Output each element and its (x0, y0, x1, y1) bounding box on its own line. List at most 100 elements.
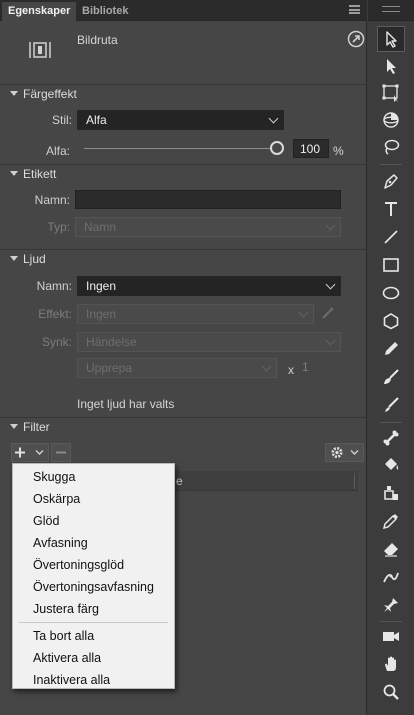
sound-sync-select[interactable]: Händelse (77, 332, 341, 352)
edit-envelope-icon[interactable] (320, 305, 336, 321)
bone-tool-icon[interactable] (377, 425, 405, 451)
repeat-count-input[interactable]: 1 (302, 360, 309, 374)
menu-item-gradient-bevel[interactable]: Övertoningsavfasning (13, 576, 174, 598)
section-title: Etikett (23, 167, 57, 181)
chevron-down-icon (268, 113, 279, 124)
hand-tool-icon[interactable] (377, 651, 405, 677)
chevron-down-icon (325, 279, 336, 290)
tool-separator (380, 621, 402, 622)
eraser-tool-icon[interactable] (377, 536, 405, 562)
chevron-down-icon (325, 220, 336, 231)
add-filter-button[interactable] (11, 443, 49, 462)
pen-tool-icon[interactable] (377, 168, 405, 194)
menu-item-bevel[interactable]: Avfasning (13, 532, 174, 554)
alpha-label: Alfa: (45, 144, 70, 158)
label-type-label: Typ: (47, 220, 70, 234)
object-type-label: Bildruta (77, 33, 118, 47)
asset-warp-tool-icon[interactable] (377, 592, 405, 618)
tools-panel (368, 0, 414, 715)
label-name-input[interactable] (75, 190, 341, 209)
menu-separator (19, 622, 168, 623)
tool-separator (380, 422, 402, 423)
sound-name-select[interactable]: Ingen (77, 276, 341, 296)
menu-item-disable-all[interactable]: Inaktivera alla (13, 669, 174, 691)
section-label[interactable]: Etikett (0, 164, 367, 182)
section-filter[interactable]: Filter (0, 417, 367, 435)
selection-tool-icon[interactable] (377, 26, 405, 52)
alpha-input[interactable]: 100 (293, 139, 329, 158)
lasso-tool-icon[interactable] (377, 134, 405, 160)
panel-tab-bar: Egenskaper Bibliotek (0, 0, 367, 21)
repeat-times-label: x (288, 363, 294, 377)
label-type-select[interactable]: Namn (75, 217, 341, 237)
tab-properties[interactable]: Egenskaper (2, 2, 77, 21)
chevron-down-icon (261, 361, 272, 372)
help-link-icon[interactable] (347, 30, 365, 48)
alpha-unit: % (333, 144, 344, 158)
polystar-tool-icon[interactable] (377, 308, 405, 334)
menu-item-shadow[interactable]: Skugga (13, 466, 174, 488)
alpha-slider-track[interactable] (84, 148, 276, 149)
filter-options-button[interactable] (325, 443, 364, 462)
width-tool-icon[interactable] (377, 564, 405, 590)
rectangle-tool-icon[interactable] (377, 252, 405, 278)
filter-column-header: e (176, 474, 183, 488)
remove-filter-button[interactable] (51, 443, 71, 462)
sound-sync-value: Händelse (86, 335, 137, 349)
sound-repeat-value: Upprepa (86, 361, 133, 375)
subselection-tool-icon[interactable] (377, 53, 405, 79)
text-tool-icon[interactable] (377, 196, 405, 222)
ink-bottle-tool-icon[interactable] (377, 480, 405, 506)
menu-item-remove-all[interactable]: Ta bort alla (13, 625, 174, 647)
paint-bucket-tool-icon[interactable] (377, 452, 405, 478)
brush-tool-icon[interactable] (377, 392, 405, 418)
collapse-triangle-icon (10, 256, 18, 261)
collapse-triangle-icon (10, 424, 18, 429)
tab-library[interactable]: Bibliotek (76, 2, 134, 21)
section-title: Filter (23, 420, 50, 434)
menu-item-adjust-color[interactable]: Justera färg (13, 598, 174, 620)
sound-effect-select[interactable]: Ingen (77, 304, 314, 324)
sound-status-text: Inget ljud har valts (77, 397, 175, 411)
panel-menu-icon[interactable] (382, 6, 400, 12)
tools-panel-header (368, 0, 414, 21)
eyedropper-tool-icon[interactable] (377, 508, 405, 534)
frame-icon (29, 41, 51, 59)
style-select[interactable]: Alfa (77, 110, 284, 130)
section-title: Ljud (23, 252, 46, 266)
chevron-down-icon (298, 307, 309, 318)
menu-item-glow[interactable]: Glöd (13, 510, 174, 532)
paint-brush-tool-icon[interactable] (377, 364, 405, 390)
camera-tool-icon[interactable] (377, 623, 405, 649)
3d-rotation-tool-icon[interactable] (377, 107, 405, 133)
panel-menu-icon[interactable] (349, 5, 360, 14)
sound-name-label: Namn: (36, 279, 72, 293)
style-select-value: Alfa (86, 113, 107, 127)
menu-item-enable-all[interactable]: Aktivera alla (13, 647, 174, 669)
zoom-tool-icon[interactable] (377, 679, 405, 705)
sound-effect-value: Ingen (86, 307, 117, 321)
menu-item-gradient-glow[interactable]: Övertoningsglöd (13, 554, 174, 576)
sound-repeat-select[interactable]: Upprepa (77, 358, 277, 378)
section-title: Färgeffekt (23, 87, 77, 101)
pencil-tool-icon[interactable] (377, 336, 405, 362)
free-transform-tool-icon[interactable] (377, 80, 405, 106)
section-sound[interactable]: Ljud (0, 249, 367, 267)
tool-separator (380, 164, 402, 165)
sound-name-value: Ingen (86, 279, 117, 293)
section-color-effect[interactable]: Färgeffekt (0, 84, 367, 102)
sound-sync-label: Synk: (41, 335, 72, 349)
alpha-input-value: 100 (300, 142, 321, 156)
line-tool-icon[interactable] (377, 224, 405, 250)
alpha-slider-knob[interactable] (270, 141, 284, 155)
style-label: Stil: (51, 113, 72, 127)
oval-tool-icon[interactable] (377, 280, 405, 306)
column-divider (354, 473, 355, 489)
add-filter-menu: Skugga Oskärpa Glöd Avfasning Övertoning… (12, 463, 175, 689)
collapse-triangle-icon (10, 91, 18, 96)
sound-effect-label: Effekt: (38, 307, 72, 321)
menu-item-blur[interactable]: Oskärpa (13, 488, 174, 510)
label-name-label: Namn: (34, 193, 70, 207)
chevron-down-icon (325, 335, 336, 346)
collapse-triangle-icon (10, 171, 18, 176)
